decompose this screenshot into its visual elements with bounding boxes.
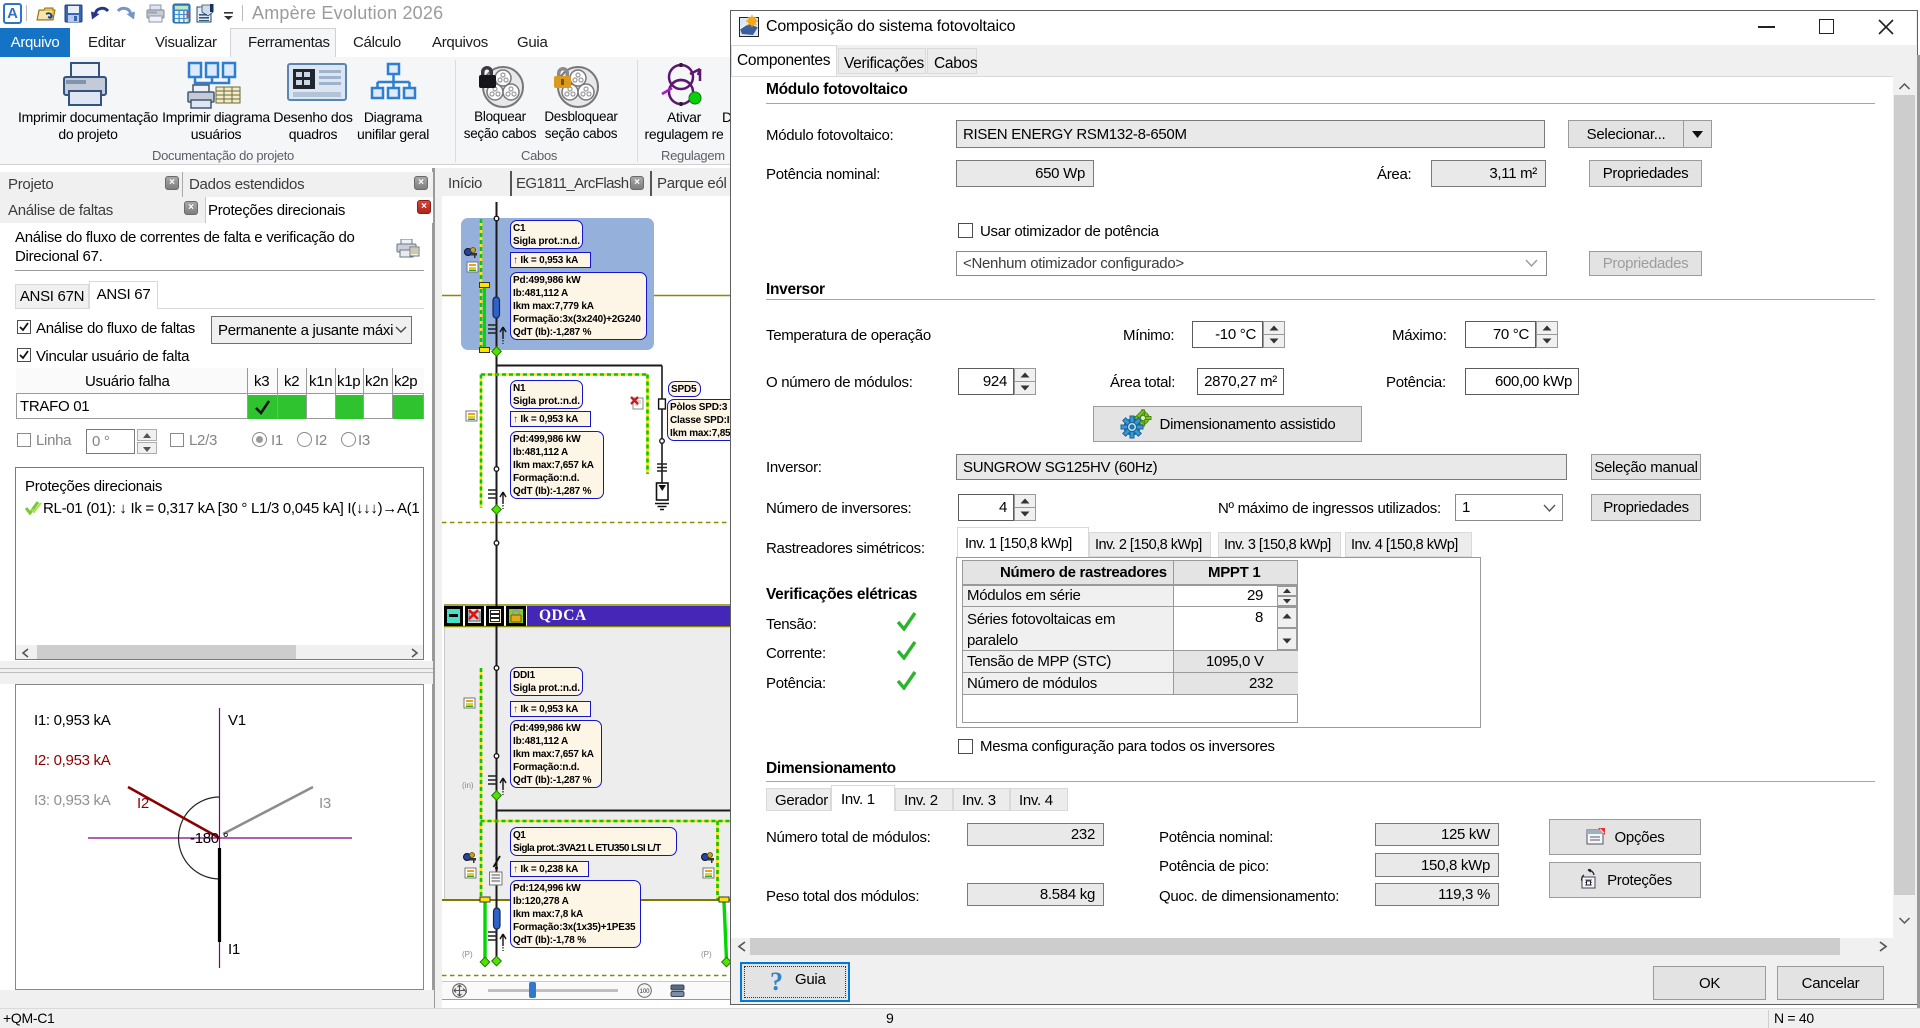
svg-text:(P): (P) — [462, 950, 473, 959]
svg-text:(in): (in) — [462, 781, 474, 790]
svg-text:100: 100 — [639, 989, 650, 995]
svg-text:(P): (P) — [701, 950, 712, 959]
